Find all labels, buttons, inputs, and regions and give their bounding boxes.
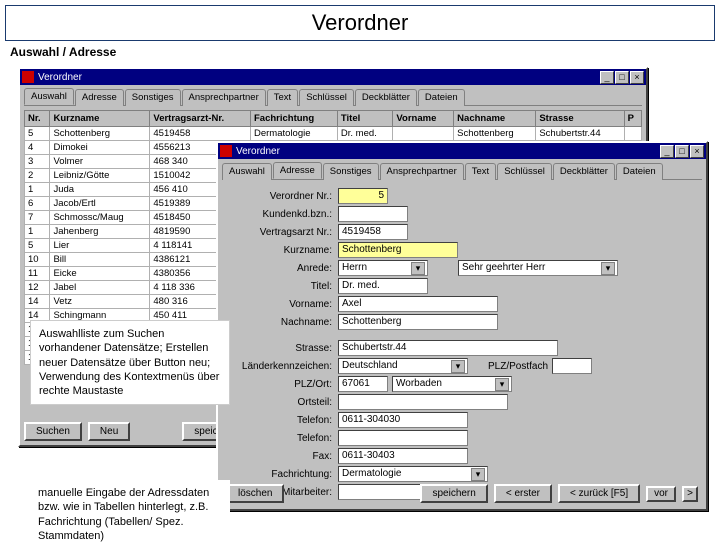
telefon2-input[interactable] [338, 430, 468, 446]
fax-input[interactable]: 0611-30403 [338, 448, 468, 464]
tab-dateien[interactable]: Dateien [418, 89, 465, 106]
anrede-extra-select[interactable]: Sehr geehrter Herr [458, 260, 618, 276]
tab-schlüssel[interactable]: Schlüssel [497, 163, 552, 180]
label: Länderkennzeichen: [228, 361, 338, 372]
col-header[interactable]: P [624, 111, 641, 127]
kurzname-input[interactable]: Schottenberg [338, 242, 458, 258]
col-header[interactable]: Vertragsarzt-Nr. [150, 111, 251, 127]
plzpostfach-input[interactable] [552, 358, 592, 374]
label: Fax: [228, 451, 338, 462]
vorname-input[interactable]: Axel [338, 296, 498, 312]
table-row[interactable]: 5Schottenberg4519458DermatologieDr. med.… [25, 127, 642, 141]
ort-select[interactable]: Worbaden [392, 376, 512, 392]
fachrichtung-select[interactable]: Dermatologie [338, 466, 488, 482]
neu-button[interactable]: Neu [88, 422, 130, 441]
vor-button[interactable]: vor [646, 486, 676, 502]
loeschen-button[interactable]: löschen [226, 484, 284, 503]
tab-dateien[interactable]: Dateien [616, 163, 663, 180]
tabstrip: AuswahlAdresseSonstigesAnsprechpartnerTe… [24, 88, 642, 106]
label: Nachname: [228, 317, 338, 328]
slide-title: Verordner [5, 5, 715, 41]
col-header[interactable]: Nachname [454, 111, 536, 127]
tab-sonstiges[interactable]: Sonstiges [125, 89, 181, 106]
tab-sonstiges[interactable]: Sonstiges [323, 163, 379, 180]
titel-input[interactable]: Dr. med. [338, 278, 428, 294]
label: Kundenkd.bzn.: [228, 209, 338, 220]
label: Strasse: [228, 343, 338, 354]
col-header[interactable]: Titel [337, 111, 393, 127]
tab-ansprechpartner[interactable]: Ansprechpartner [182, 89, 266, 106]
annotation-2: manuelle Eingabe der Adressdaten bzw. wi… [30, 480, 230, 549]
telefon-input[interactable]: 0611-304030 [338, 412, 468, 428]
label: PLZ/Ort: [228, 379, 338, 390]
titlebar: Verordner _ □ × [20, 69, 646, 85]
tabstrip: AuswahlAdresseSonstigesAnsprechpartnerTe… [222, 162, 702, 180]
tab-schlüssel[interactable]: Schlüssel [299, 89, 354, 106]
tab-text[interactable]: Text [465, 163, 496, 180]
tab-auswahl[interactable]: Auswahl [222, 163, 272, 180]
minimize-button[interactable]: _ [660, 145, 674, 158]
vertragsarzt-input[interactable]: 4519458 [338, 224, 408, 240]
label: Verordner Nr.: [228, 191, 338, 202]
erster-button[interactable]: < erster [494, 484, 552, 503]
label: Telefon: [228, 433, 338, 444]
zurueck-button[interactable]: < zurück [F5] [558, 484, 640, 503]
laenderkz-select[interactable]: Deutschland [338, 358, 468, 374]
titlebar: Verordner _ □ × [218, 143, 706, 159]
close-button[interactable]: × [690, 145, 704, 158]
kundenkd-input[interactable] [338, 206, 408, 222]
suchen-button[interactable]: Suchen [24, 422, 82, 441]
label: Vorname: [228, 299, 338, 310]
tab-ansprechpartner[interactable]: Ansprechpartner [380, 163, 464, 180]
maximize-button[interactable]: □ [675, 145, 689, 158]
label: Fachrichtung: [228, 469, 338, 480]
plzpostfach-label: PLZ/Postfach [488, 361, 548, 372]
annotation-1: Auswahlliste zum Suchen vorhandener Date… [30, 320, 230, 405]
verordner-nr-input[interactable]: 5 [338, 188, 388, 204]
col-header[interactable]: Kurzname [50, 111, 150, 127]
col-header[interactable]: Fachrichtung [251, 111, 338, 127]
speichern-button[interactable]: speichern [420, 484, 487, 503]
label: Titel: [228, 281, 338, 292]
tab-text[interactable]: Text [267, 89, 298, 106]
tab-deckblätter[interactable]: Deckblätter [553, 163, 615, 180]
weiter-button[interactable]: > [682, 486, 698, 502]
window-title: Verordner [236, 146, 280, 157]
minimize-button[interactable]: _ [600, 71, 614, 84]
form-body: Verordner Nr.:5 Kundenkd.bzn.: Vertragsa… [218, 180, 706, 508]
col-header[interactable]: Vorname [393, 111, 454, 127]
maximize-button[interactable]: □ [615, 71, 629, 84]
slide-subtitle: Auswahl / Adresse [10, 45, 720, 59]
ortsteil-input[interactable] [338, 394, 508, 410]
strasse-input[interactable]: Schubertstr.44 [338, 340, 558, 356]
tab-deckblätter[interactable]: Deckblätter [355, 89, 417, 106]
col-header[interactable]: Nr. [25, 111, 50, 127]
label: Anrede: [228, 263, 338, 274]
label: Telefon: [228, 415, 338, 426]
label: Vertragsarzt Nr.: [228, 227, 338, 238]
tab-auswahl[interactable]: Auswahl [24, 88, 74, 105]
tab-adresse[interactable]: Adresse [75, 89, 124, 106]
tab-adresse[interactable]: Adresse [273, 162, 322, 179]
label: Kurzname: [228, 245, 338, 256]
close-button[interactable]: × [630, 71, 644, 84]
plz-input[interactable]: 67061 [338, 376, 388, 392]
anrede-select[interactable]: Herrn [338, 260, 428, 276]
window-form: Verordner _ □ × AuswahlAdresseSonstigesA… [216, 141, 708, 511]
nachname-input[interactable]: Schottenberg [338, 314, 498, 330]
app-icon [22, 71, 34, 83]
col-header[interactable]: Strasse [536, 111, 624, 127]
window-title: Verordner [38, 72, 82, 83]
app-icon [220, 145, 232, 157]
label: Ortsteil: [228, 397, 338, 408]
